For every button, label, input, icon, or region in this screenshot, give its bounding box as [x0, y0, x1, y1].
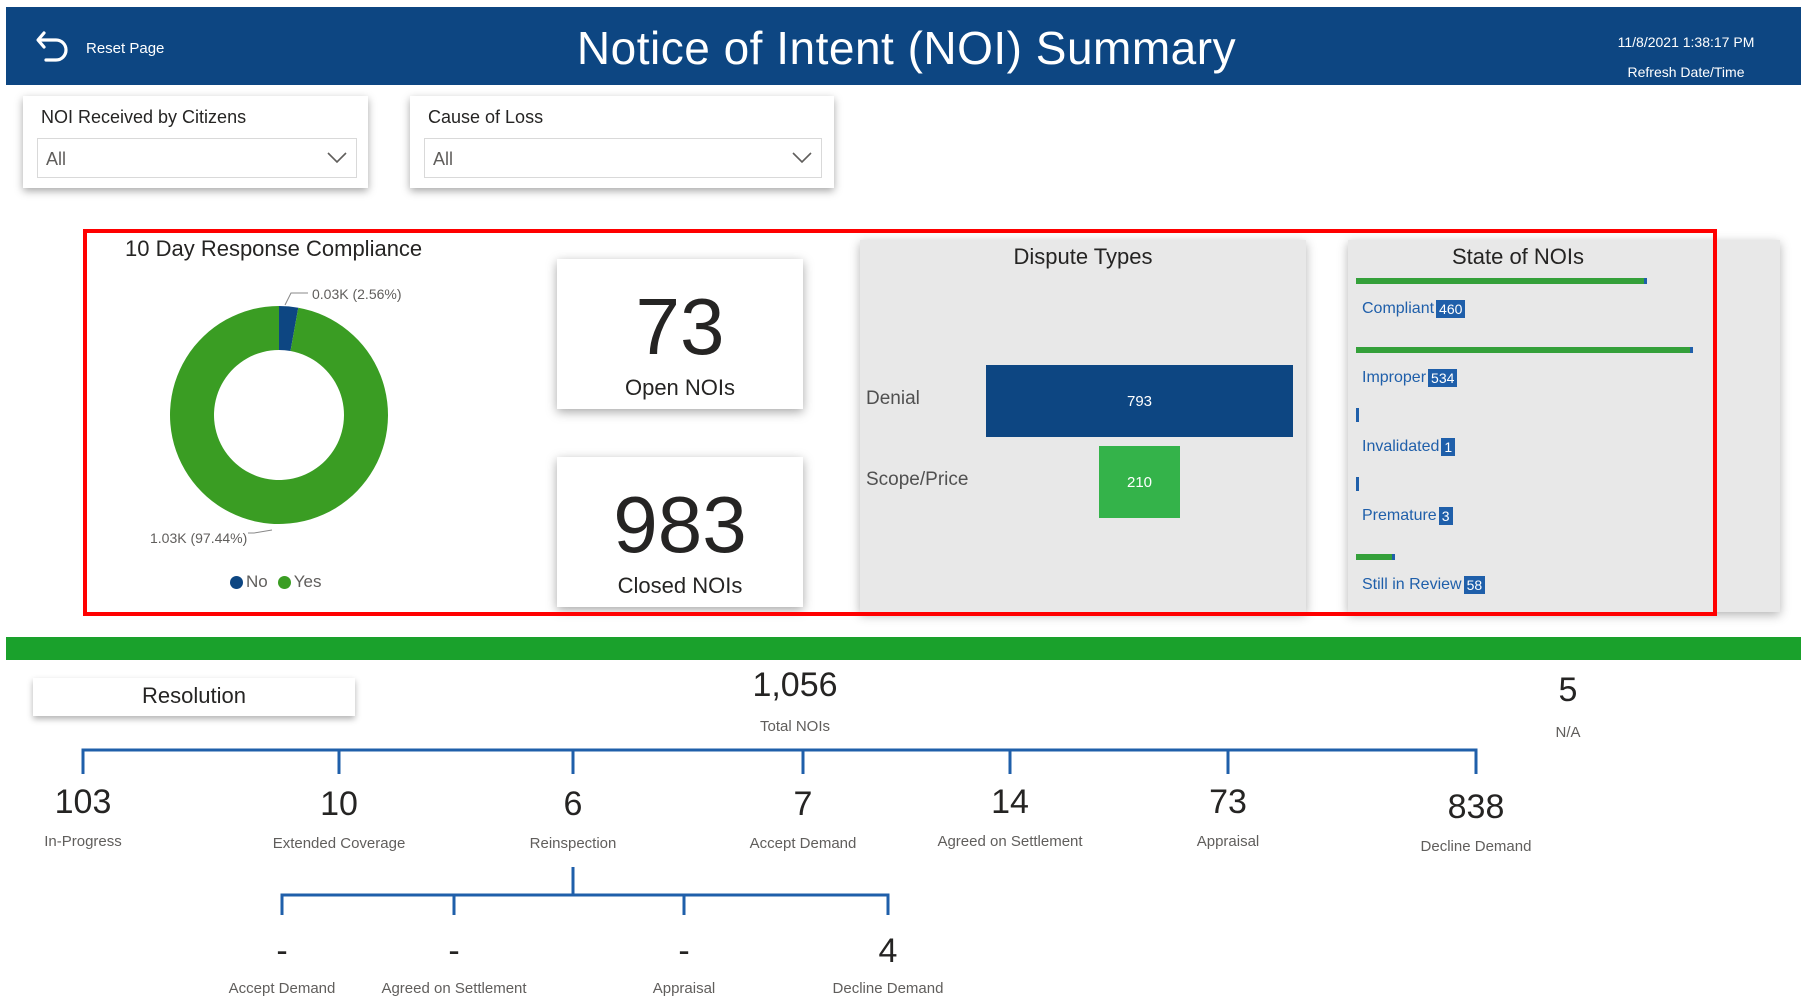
- resolution-sub-label: Agreed on Settlement: [381, 980, 527, 997]
- resolution-branch-value: 103: [54, 783, 112, 821]
- slicer-value: All: [433, 149, 454, 169]
- slicer-title: Cause of Loss: [428, 107, 544, 127]
- resolution-branch-value: 7: [793, 785, 813, 823]
- resolution-branch-label: In-Progress: [44, 833, 122, 850]
- resolution-branch-label: Agreed on Settlement: [937, 833, 1083, 850]
- resolution-sub-label: Appraisal: [652, 980, 716, 997]
- refresh-label: Refresh Date/Time: [1627, 64, 1745, 80]
- resolution-branch-label: Reinspection: [529, 835, 617, 852]
- slicer-noi-received: NOI Received by Citizens All: [23, 96, 368, 188]
- highlight-box: [83, 229, 1717, 616]
- header-bar: Reset Page Notice of Intent (NOI) Summar…: [6, 7, 1801, 85]
- na-label: N/A: [1555, 724, 1581, 741]
- resolution-branch-value: 10: [320, 785, 358, 823]
- slicer-dropdown[interactable]: All: [424, 138, 822, 178]
- resolution-sub-value: 4: [878, 932, 898, 970]
- page-title: Notice of Intent (NOI) Summary: [576, 22, 1237, 74]
- resolution-sub-value: -: [276, 932, 288, 970]
- slicer-cause-of-loss: Cause of Loss All: [410, 96, 834, 188]
- resolution-sub-value: -: [448, 932, 460, 970]
- slicer-title: NOI Received by Citizens: [41, 107, 247, 127]
- section-divider-bar: [6, 637, 1801, 660]
- resolution-branch-value: 6: [563, 785, 583, 823]
- resolution-sub-label: Decline Demand: [832, 980, 944, 997]
- resolution-branch-value: 14: [991, 783, 1029, 821]
- resolution-header-card: Resolution: [33, 678, 355, 716]
- slicer-value: All: [46, 149, 67, 169]
- resolution-branch-label: Extended Coverage: [272, 835, 406, 852]
- slicer-dropdown[interactable]: All: [37, 138, 357, 178]
- total-nois-value: 1,056: [752, 666, 838, 704]
- resolution-branch-value: 838: [1447, 788, 1505, 826]
- resolution-sub-label: Accept Demand: [228, 980, 336, 997]
- resolution-branch-label: Decline Demand: [1420, 838, 1532, 855]
- refresh-datetime: 11/8/2021 1:38:17 PM: [1617, 34, 1755, 50]
- refresh-info: 11/8/2021 1:38:17 PM Refresh Date/Time: [1596, 27, 1776, 87]
- chevron-down-icon: [791, 147, 813, 172]
- total-nois-label: Total NOIs: [759, 718, 831, 735]
- resolution-branch-value: 73: [1209, 783, 1247, 821]
- resolution-sub-value: -: [678, 932, 690, 970]
- resolution-branch-label: Accept Demand: [749, 835, 857, 852]
- resolution-branch-label: Appraisal: [1196, 833, 1260, 850]
- na-value: 5: [1558, 671, 1578, 709]
- resolution-tree-lines: [81, 748, 1478, 915]
- resolution-title: Resolution: [142, 683, 246, 708]
- chevron-down-icon: [326, 147, 348, 172]
